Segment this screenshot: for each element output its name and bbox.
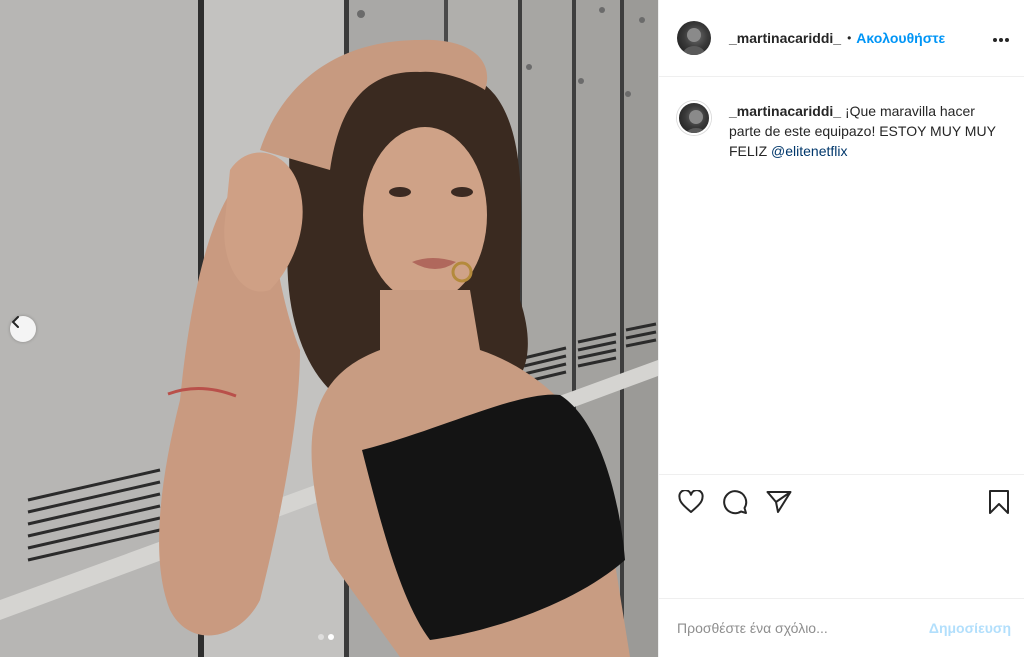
comment-input[interactable] [677, 620, 929, 636]
username-link[interactable]: _martinacariddi_ [729, 30, 841, 46]
bookmark-icon[interactable] [985, 488, 1013, 516]
caption-mention-link[interactable]: @elitenetflix [771, 143, 847, 159]
locker-room-photo [0, 0, 658, 657]
carousel-indicator [318, 634, 334, 640]
more-dots-icon[interactable] [992, 30, 1010, 48]
avatar[interactable] [677, 21, 711, 55]
paper-plane-icon[interactable] [765, 488, 793, 516]
separator-dot: • [847, 31, 852, 45]
caption-avatar[interactable] [677, 101, 711, 135]
caption-text: _martinacariddi_ ¡Que maravilla hacer pa… [729, 101, 999, 161]
post-photo[interactable] [0, 0, 658, 657]
heart-icon[interactable] [677, 488, 705, 516]
carousel-dot-active [328, 634, 334, 640]
post-comment-button[interactable]: Δημοσίευση [929, 620, 1011, 636]
carousel-dot [318, 634, 324, 640]
post-side-panel: _martinacariddi_ • Ακολουθήστε _martinac… [658, 0, 1024, 657]
follow-button[interactable]: Ακολουθήστε [856, 30, 945, 46]
caption-username[interactable]: _martinacariddi_ [729, 103, 841, 119]
post-caption: _martinacariddi_ ¡Que maravilla hacer pa… [659, 77, 1024, 161]
comment-form: Δημοσίευση [659, 598, 1024, 657]
comment-bubble-icon[interactable] [721, 488, 749, 516]
carousel-prev-button[interactable] [10, 316, 36, 342]
post-header: _martinacariddi_ • Ακολουθήστε [659, 0, 1024, 77]
post-actions [659, 474, 1024, 529]
